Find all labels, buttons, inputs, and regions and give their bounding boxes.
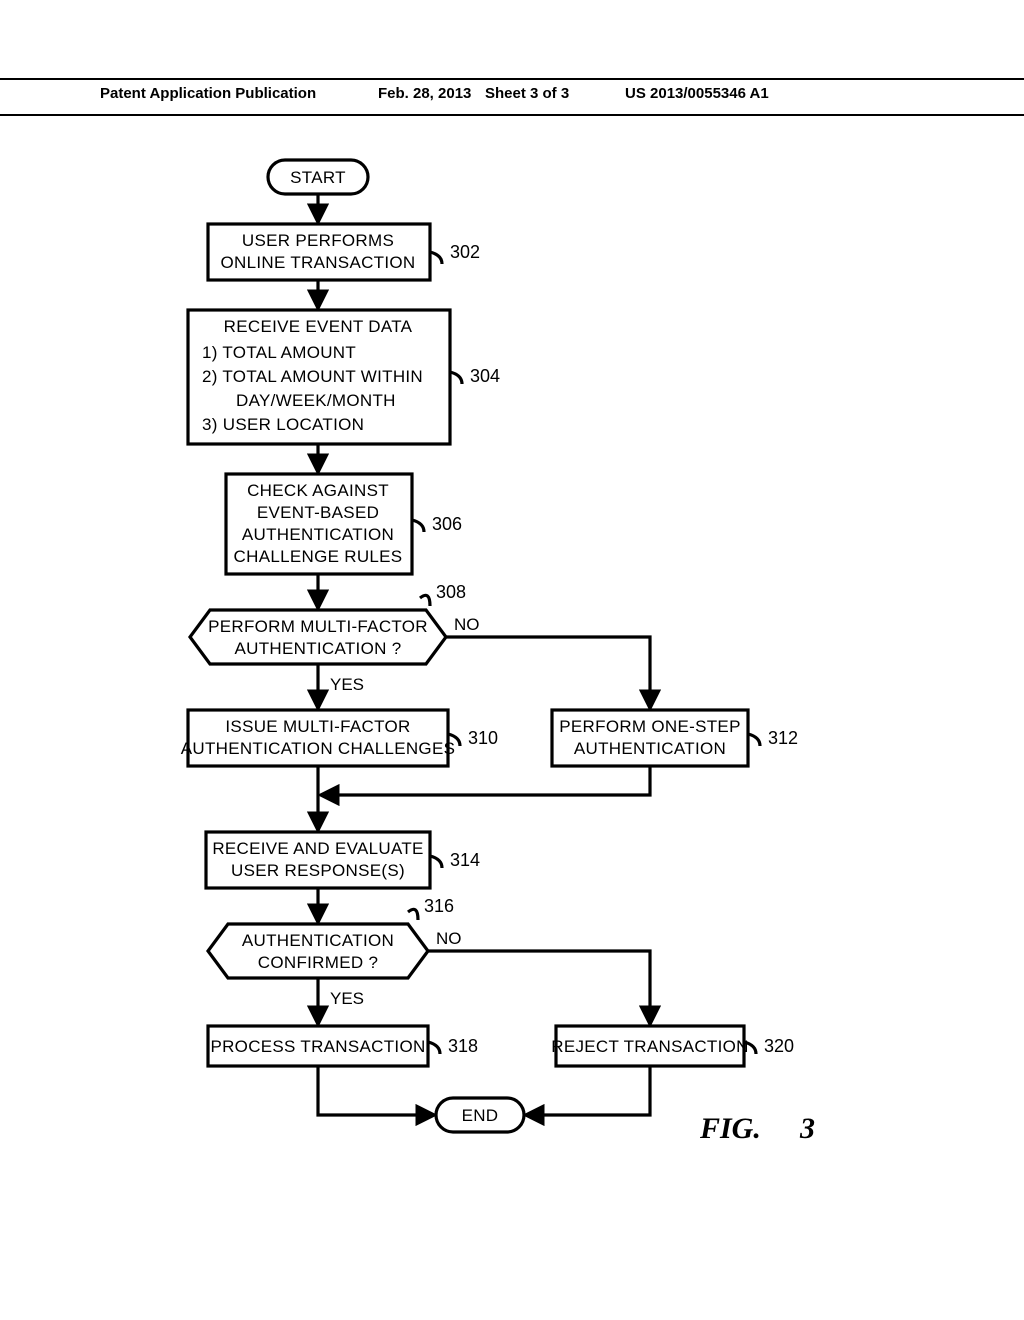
step-318-l1: PROCESS TRANSACTION — [210, 1037, 425, 1056]
step-314-l1: RECEIVE AND EVALUATE — [212, 839, 423, 858]
flowchart: START USER PERFORMS ONLINE TRANSACTION 3… — [0, 150, 1024, 1270]
pub-date: Feb. 28, 2013 — [378, 85, 471, 102]
ref-tick-302 — [430, 252, 442, 264]
flow-arrow — [318, 1066, 434, 1115]
ref-314: 314 — [450, 850, 480, 870]
step-304-i2: 2) TOTAL AMOUNT WITHIN — [202, 367, 423, 386]
ref-316: 316 — [424, 896, 454, 916]
ref-320: 320 — [764, 1036, 794, 1056]
decision-316-l2: CONFIRMED ? — [258, 953, 378, 972]
ref-tick-312 — [748, 734, 760, 746]
yes-label-316: YES — [330, 989, 364, 1008]
pub-type: Patent Application Publication — [100, 85, 316, 102]
step-302-l1: USER PERFORMS — [242, 231, 394, 250]
ref-tick-316 — [408, 909, 418, 920]
ref-tick-306 — [412, 520, 424, 532]
flow-arrow — [446, 637, 650, 708]
end-label: END — [462, 1106, 499, 1125]
decision-308-l1: PERFORM MULTI-FACTOR — [208, 617, 428, 636]
figure-caption-pre: FIG. — [699, 1112, 761, 1145]
step-302-l2: ONLINE TRANSACTION — [221, 253, 416, 272]
step-310-l2: AUTHENTICATION CHALLENGES — [181, 739, 456, 758]
step-312-l2: AUTHENTICATION — [574, 739, 726, 758]
publication-number: US 2013/0055346 A1 — [625, 85, 769, 102]
step-304-i2b: DAY/WEEK/MONTH — [236, 391, 396, 410]
step-314-l2: USER RESPONSE(S) — [231, 861, 405, 880]
yes-label-308: YES — [330, 675, 364, 694]
ref-tick-314 — [430, 856, 442, 868]
ref-tick-308 — [420, 595, 430, 606]
flow-arrow — [428, 951, 650, 1024]
decision-316-l1: AUTHENTICATION — [242, 931, 394, 950]
step-306-l3: AUTHENTICATION — [242, 525, 394, 544]
no-label-308: NO — [454, 615, 480, 634]
ref-308: 308 — [436, 582, 466, 602]
step-310-l1: ISSUE MULTI-FACTOR — [225, 717, 410, 736]
sheet-number: Sheet 3 of 3 — [485, 85, 569, 102]
figure-caption-num: 3 — [799, 1112, 815, 1145]
step-304-i1: 1) TOTAL AMOUNT — [202, 343, 356, 362]
step-312-l1: PERFORM ONE-STEP — [559, 717, 740, 736]
ref-302: 302 — [450, 242, 480, 262]
flow-arrow — [526, 1066, 650, 1115]
step-320-l1: REJECT TRANSACTION — [551, 1037, 748, 1056]
ref-306: 306 — [432, 514, 462, 534]
step-304-i3: 3) USER LOCATION — [202, 415, 364, 434]
decision-308-l2: AUTHENTICATION ? — [235, 639, 402, 658]
ref-tick-318 — [428, 1042, 440, 1054]
ref-304: 304 — [470, 366, 500, 386]
ref-310: 310 — [468, 728, 498, 748]
no-label-316: NO — [436, 929, 462, 948]
ref-tick-304 — [450, 372, 462, 384]
start-label: START — [290, 168, 346, 187]
step-306-l4: CHALLENGE RULES — [234, 547, 403, 566]
step-304-title: RECEIVE EVENT DATA — [224, 317, 413, 336]
ref-312: 312 — [768, 728, 798, 748]
step-306-l1: CHECK AGAINST — [247, 481, 389, 500]
step-306-l2: EVENT-BASED — [257, 503, 379, 522]
flow-arrow — [321, 766, 650, 795]
ref-318: 318 — [448, 1036, 478, 1056]
